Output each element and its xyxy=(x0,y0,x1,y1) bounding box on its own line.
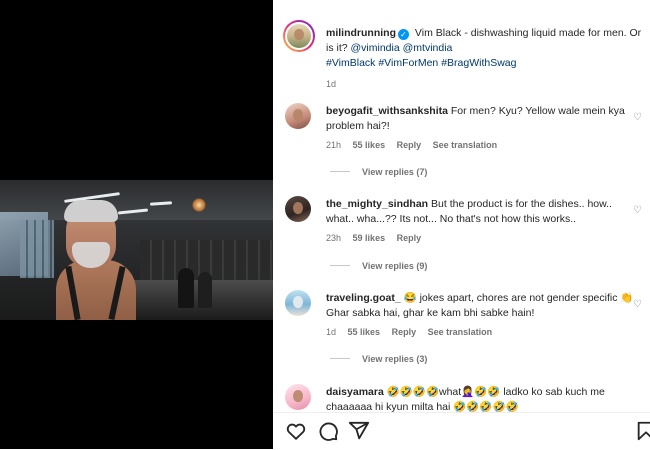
commenter-avatar[interactable] xyxy=(285,103,311,129)
commenter-avatar[interactable] xyxy=(285,196,311,222)
scene-window xyxy=(20,220,54,278)
reply-button[interactable]: Reply xyxy=(392,327,417,337)
comment: traveling.goat_ 😂 jokes apart, chores ar… xyxy=(326,291,642,340)
comment: the_mighty_sindhan But the product is fo… xyxy=(326,197,642,246)
hashtag-link[interactable]: #VimForMen xyxy=(378,57,438,69)
comment-meta: 1d 55 likes Reply See translation xyxy=(326,325,642,340)
comment-like-icon[interactable]: ♡ xyxy=(633,205,642,216)
comment-time: 21h xyxy=(326,140,342,150)
comment-likes[interactable]: 55 likes xyxy=(353,140,386,150)
comment: daisyamara 🤣🤣🤣🤣what🤦‍♀️🤣🤣 ladko ko sab k… xyxy=(326,385,642,415)
mention-link[interactable]: @vimindia xyxy=(351,42,400,54)
comment-username[interactable]: the_mighty_sindhan xyxy=(326,198,428,210)
share-icon[interactable] xyxy=(348,420,370,442)
heart-icon[interactable] xyxy=(285,420,307,442)
hashtag-link[interactable]: #VimBlack xyxy=(326,57,375,69)
comment-like-icon[interactable]: ♡ xyxy=(633,299,642,310)
view-replies-button[interactable]: View replies (9) xyxy=(330,261,427,271)
replies-divider xyxy=(330,265,350,266)
commenter-avatar[interactable] xyxy=(285,384,311,410)
author-avatar[interactable] xyxy=(283,20,315,52)
replies-divider xyxy=(330,358,350,359)
video-frame[interactable] xyxy=(0,180,273,320)
reply-button[interactable]: Reply xyxy=(397,233,422,243)
scene-counter xyxy=(120,280,273,320)
post-age: 1d xyxy=(326,79,337,89)
comment-username[interactable]: daisyamara xyxy=(326,386,384,398)
post-caption: milindrunning ✓ Vim Black - dishwashing l… xyxy=(326,26,642,92)
replies-divider xyxy=(330,171,350,172)
comment-time: 1d xyxy=(326,327,337,337)
comments-panel: milindrunning ✓ Vim Black - dishwashing l… xyxy=(273,0,650,450)
scene-lamp xyxy=(192,198,206,212)
comment-meta: 21h 55 likes Reply See translation xyxy=(326,138,642,153)
comment-time: 23h xyxy=(326,233,342,243)
author-username[interactable]: milindrunning xyxy=(326,27,396,39)
scene-man-hair xyxy=(64,200,118,222)
comment: beyogafit_withsankshita For men? Kyu? Ye… xyxy=(326,104,642,153)
view-replies-button[interactable]: View replies (3) xyxy=(330,354,427,364)
post-media[interactable] xyxy=(0,0,273,449)
hashtag-link[interactable]: #BragWithSwag xyxy=(441,57,516,69)
comment-likes[interactable]: 59 likes xyxy=(353,233,386,243)
bookmark-icon[interactable] xyxy=(635,420,650,442)
scene-person xyxy=(198,272,212,308)
mention-link[interactable]: @mtvindia xyxy=(403,42,453,54)
comment-like-icon[interactable]: ♡ xyxy=(633,112,642,123)
post-action-bar xyxy=(273,412,650,450)
scene-person xyxy=(178,268,194,308)
comment-username[interactable]: traveling.goat_ xyxy=(326,292,401,304)
comment-icon[interactable] xyxy=(317,420,339,442)
view-replies-button[interactable]: View replies (7) xyxy=(330,167,427,177)
comment-likes[interactable]: 55 likes xyxy=(348,327,381,337)
see-translation-button[interactable]: See translation xyxy=(428,327,493,337)
commenter-avatar[interactable] xyxy=(285,290,311,316)
verified-badge-icon: ✓ xyxy=(398,29,409,40)
see-translation-button[interactable]: See translation xyxy=(433,140,498,150)
comment-meta: 23h 59 likes Reply xyxy=(326,231,642,246)
comment-username[interactable]: beyogafit_withsankshita xyxy=(326,105,448,117)
reply-button[interactable]: Reply xyxy=(397,140,422,150)
